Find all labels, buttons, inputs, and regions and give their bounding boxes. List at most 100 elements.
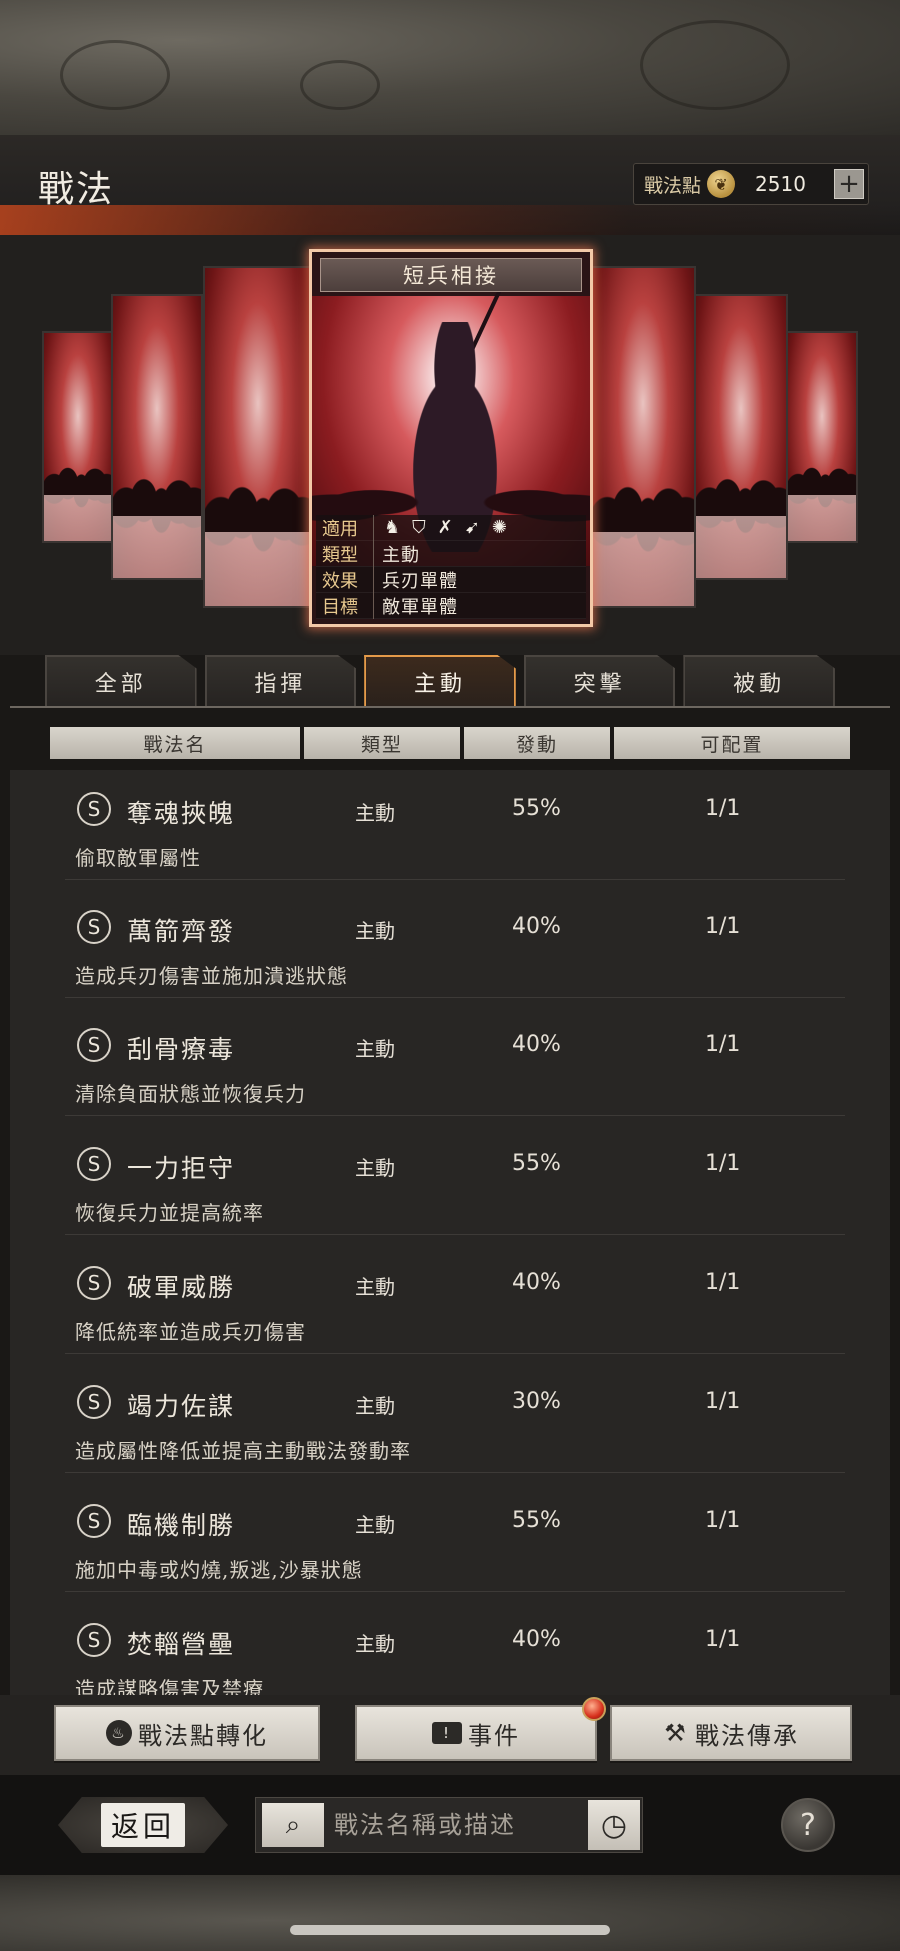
column-header-rate[interactable]: 發動 [464,727,610,759]
tactic-rate: 40% [512,1032,561,1057]
home-indicator[interactable] [290,1925,610,1935]
bottom-decoration [0,1875,900,1951]
tactic-config: 1/1 [705,1151,741,1176]
search-icon[interactable]: ⌕ [262,1803,324,1847]
column-header-config[interactable]: 可配置 [614,727,850,759]
grade-badge: S [77,1504,111,1538]
inherit-tactic-button[interactable]: ⚒ 戰法傳承 [610,1705,852,1761]
tactic-rate: 40% [512,1627,561,1652]
history-clock-icon[interactable]: ◷ [588,1800,640,1850]
carousel-card-left-2[interactable] [111,294,203,580]
cavalry-icon: ♞ [384,517,401,538]
tactic-type: 主動 [355,919,395,943]
grade-badge: S [77,1147,111,1181]
tactic-type: 主動 [355,1632,395,1656]
card-title: 短兵相接 [320,258,582,292]
bow-icon: ✗ [437,517,453,538]
tactic-desc: 恢復兵力並提高統率 [75,1201,264,1225]
page-title: 戰法 [38,169,115,210]
wheel-icon: ✺ [491,517,507,538]
tactic-name: 臨機制勝 [127,1511,236,1540]
info-key: 適用 [316,514,374,541]
inherit-tactic-label: 戰法傳承 [695,1721,799,1750]
featured-tactic-card[interactable]: 短兵相接 適用 ♞ ⛉ ✗ ➹ ✺ 類型 主動 效果 兵刃單體 目標 敵軍單體 [309,249,593,627]
carousel-card-right-1[interactable] [590,266,696,608]
tactic-config: 1/1 [705,914,741,939]
tactic-rate: 40% [512,1270,561,1295]
unit-icons: ♞ ⛉ ✗ ➹ ✺ [374,517,507,538]
info-key: 目標 [316,592,374,619]
tactic-name: 萬箭齊發 [127,917,236,946]
tactic-name: 竭力佐謀 [127,1392,236,1421]
tactic-name: 破軍威勝 [127,1273,236,1302]
tactic-desc: 施加中毒或灼燒,叛逃,沙暴狀態 [75,1558,363,1582]
list-item[interactable]: S 萬箭齊發 主動 40% 1/1 造成兵刃傷害並施加潰逃狀態 [65,888,845,998]
tactic-rate: 55% [512,796,561,821]
tactic-name: 一力拒守 [127,1154,236,1183]
tab-assault[interactable]: 突擊 [523,655,676,707]
tactic-config: 1/1 [705,1508,741,1533]
grade-badge: S [77,792,111,826]
list-item[interactable]: S 奪魂挾魄 主動 55% 1/1 偷取敵軍屬性 [65,770,845,880]
list-item[interactable]: S 一力拒守 主動 55% 1/1 恢復兵力並提高統率 [65,1125,845,1235]
table-header: 戰法名 類型 發動 可配置 [50,727,850,759]
shield-icon: ⛉ [412,517,426,538]
points-label: 戰法點 [644,174,702,197]
info-value: 兵刃單體 [382,570,458,592]
grade-badge: S [77,910,111,944]
points-value: 2510 [755,172,806,196]
column-header-name[interactable]: 戰法名 [50,727,300,759]
carousel-card-right-3[interactable] [786,331,858,543]
list-item[interactable]: S 焚輜營壘 主動 40% 1/1 造成謀略傷害及禁療 [65,1601,845,1695]
grade-badge: S [77,1623,111,1657]
points-coin-icon: ❦ [707,170,736,198]
tactic-list: S 奪魂挾魄 主動 55% 1/1 偷取敵軍屬性 S 萬箭齊發 主動 40% 1… [10,770,890,1695]
tactic-rate: 55% [512,1151,561,1176]
flame-icon: ♨ [106,1720,132,1746]
grade-badge: S [77,1266,111,1300]
card-info-panel: 適用 ♞ ⛉ ✗ ➹ ✺ 類型 主動 效果 兵刃單體 目標 敵軍單體 [316,514,586,619]
tactic-desc: 降低統率並造成兵刃傷害 [75,1320,306,1344]
info-key: 類型 [316,540,374,567]
add-points-button[interactable]: + [834,169,864,199]
search-input[interactable] [334,1811,584,1839]
carousel-card-left-1[interactable] [203,266,313,608]
tactic-rate: 40% [512,914,561,939]
list-item[interactable]: S 臨機制勝 主動 55% 1/1 施加中毒或灼燒,叛逃,沙暴狀態 [65,1482,845,1592]
help-button[interactable]: ? [781,1798,835,1852]
column-header-type[interactable]: 類型 [304,727,460,759]
list-item[interactable]: S 刮骨療毒 主動 40% 1/1 清除負面狀態並恢復兵力 [65,1006,845,1116]
events-label: 事件 [468,1721,520,1750]
tactic-name: 刮骨療毒 [127,1035,236,1064]
grade-badge: S [77,1385,111,1419]
back-label: 返回 [100,1803,185,1847]
tactic-desc: 清除負面狀態並恢復兵力 [75,1082,306,1106]
tactic-config: 1/1 [705,1389,741,1414]
convert-points-button[interactable]: ♨ 戰法點轉化 [54,1705,320,1761]
tactic-config: 1/1 [705,1032,741,1057]
search-box: ⌕ [255,1797,643,1853]
tactic-type: 主動 [355,801,395,825]
card-info-row-target: 目標 敵軍單體 [316,592,586,619]
hammer-icon: ⚒ [664,1719,688,1747]
tactic-config: 1/1 [705,1270,741,1295]
events-button[interactable]: ! 事件 [355,1705,597,1761]
list-item[interactable]: S 破軍威勝 主動 40% 1/1 降低統率並造成兵刃傷害 [65,1244,845,1354]
tab-passive[interactable]: 被動 [683,655,835,707]
tactic-type: 主動 [355,1394,395,1418]
list-item[interactable]: S 竭力佐謀 主動 30% 1/1 造成屬性降低並提高主動戰法發動率 [65,1363,845,1473]
tactic-name: 焚輜營壘 [127,1630,236,1659]
alert-ticket-icon: ! [432,1722,462,1744]
tab-active[interactable]: 主動 [364,655,516,707]
info-value: 敵軍單體 [382,596,458,618]
tab-all[interactable]: 全部 [45,655,197,707]
tab-command[interactable]: 指揮 [204,655,357,707]
back-button[interactable]: 返回 [58,1797,228,1853]
tactic-desc: 造成屬性降低並提高主動戰法發動率 [75,1439,411,1463]
carousel-card-right-2[interactable] [694,294,788,580]
notification-dot-icon [582,1697,606,1721]
tactic-rate: 55% [512,1508,561,1533]
tab-divider [10,706,890,708]
card-info-row-effect: 效果 兵刃單體 [316,566,586,593]
carousel-card-left-3[interactable] [42,331,114,543]
